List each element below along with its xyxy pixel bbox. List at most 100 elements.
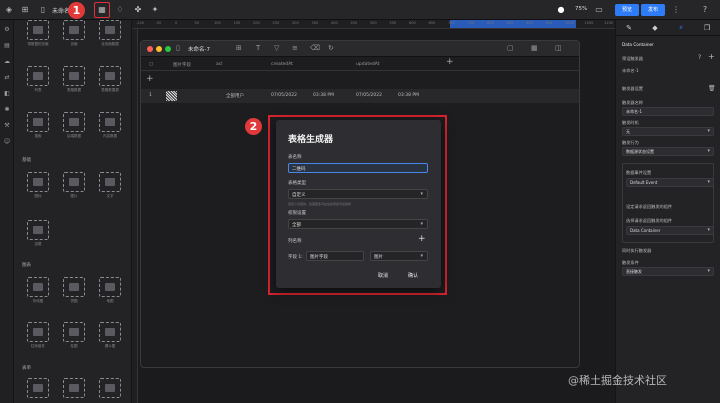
confirm-button[interactable]: 确认 [408,272,418,279]
ruler-tick: 900 [526,21,533,25]
component-tile[interactable]: 全页面数据 [96,20,124,50]
permission-select[interactable]: 全部 [288,219,428,229]
settings-icon[interactable]: ⚒ [3,122,11,130]
table-row[interactable]: 1 全部用户 07/05/2022 03:38 PM 07/05/2022 03… [141,89,579,103]
add-trigger-icon[interactable]: + [708,52,715,61]
grid-icon[interactable]: ⊞ [20,5,30,15]
sidebar-toggle-icon[interactable]: ▯ [38,5,48,15]
delete-icon[interactable]: ⌫ [310,44,320,52]
import-icon[interactable]: ▦ [531,44,538,52]
logo-icon[interactable]: ◈ [4,5,14,15]
column-header[interactable]: updatedAt [356,62,379,67]
api-icon[interactable]: ⇄ [3,74,11,82]
component-tile[interactable]: 带数据的页面 [24,20,52,50]
component-tile[interactable] [24,378,52,403]
publish-button[interactable]: 发布 [641,4,665,16]
device-icon[interactable]: ▭ [594,5,604,15]
component-tile[interactable]: 页面 [60,20,88,50]
add-row-icon[interactable]: + [146,74,154,84]
close-dot[interactable] [147,46,153,52]
row-number: 1 [149,93,152,98]
add-column-icon[interactable]: + [446,57,454,67]
cloud-icon[interactable]: ☁ [3,58,11,66]
ruler-tick: 800 [487,21,494,25]
event-select[interactable]: Default Event [626,178,714,187]
cancel-button[interactable]: 取消 [378,272,388,279]
table-name-input[interactable]: 二维码 [288,163,428,173]
lightning-icon[interactable]: ⚡ [668,23,694,33]
refresh-icon[interactable]: ↻ [328,44,334,52]
component-tile[interactable]: 饼图 [60,277,88,307]
component-tile[interactable]: 后端数据 [60,112,88,142]
component-tile[interactable]: 搜索 [24,112,52,142]
cube-icon[interactable]: ❒ [694,23,720,33]
delete-icon[interactable]: 🗑 [708,85,716,92]
trigger-group: 预设触发器 [622,56,643,61]
components-icon[interactable]: ⚙ [3,26,11,34]
zoom-level[interactable]: 75% [575,6,587,12]
list-icon[interactable]: ≡ [292,44,298,52]
paint-icon[interactable]: ♢ [115,5,125,15]
component-tile[interactable]: 列表 [24,66,52,96]
diamond-icon[interactable]: ◆ [642,23,668,33]
add-field-icon[interactable]: + [418,234,426,244]
sidebar-icon[interactable]: ▯ [176,44,180,52]
table-icon[interactable]: ⊞ [236,44,242,52]
component-tile[interactable]: 表格数据源 [96,66,124,96]
component-tile[interactable]: 折线图 [24,277,52,307]
minimize-dot[interactable] [156,46,162,52]
help-icon[interactable]: ? [700,5,710,15]
component-tile[interactable]: 图标 [24,172,52,202]
shapes-icon[interactable]: ✤ [133,5,143,15]
export-icon[interactable]: ▢ [507,44,514,52]
table-header: ▢ 图片字段 acl createdAt updatedAt + [141,57,579,71]
component-tile[interactable]: 加载 [24,220,52,250]
maximize-dot[interactable] [165,46,171,52]
column-header[interactable]: createdAt [271,62,293,67]
table-generator-icon[interactable]: ▦ [97,5,107,15]
checkbox-icon[interactable]: ▢ [149,62,153,67]
column-header[interactable]: 图片字段 [173,62,191,68]
help-icon[interactable]: ? [698,54,701,61]
trigger-name[interactable]: 未命名-1 [622,68,639,74]
component-tile[interactable]: 柱状组件 [24,322,52,352]
container-select[interactable]: Data Container [626,226,714,235]
parallel-trigger-label: 同时执行触发器 [622,248,652,253]
text-icon[interactable]: T [256,44,260,52]
component-tile[interactable]: 图片 [60,172,88,202]
cell-updated-time: 03:38 PM [398,93,419,98]
component-tile[interactable]: 表格数据 [60,66,88,96]
data-icon[interactable]: ▤ [3,42,11,50]
table-type-select[interactable]: 自定义 [288,189,428,199]
brush-icon[interactable]: ✎ [616,23,642,33]
condition-select[interactable]: 直接触发 [622,267,714,276]
ruler-tick: -100 [136,21,144,25]
horizontal-ruler: -100 -50 0 50 100 150 200 250 300 350 400 450 500 550… [132,20,615,29]
preview-button[interactable]: 预览 [615,4,639,16]
component-tile[interactable]: 地图 [96,277,124,307]
more-icon[interactable]: ⋮ [671,5,681,15]
component-tile[interactable] [60,378,88,403]
column-header[interactable]: acl [216,62,222,67]
user-icon[interactable]: ☺ [3,138,11,146]
filter-icon[interactable]: ▽ [274,44,279,52]
magic-icon[interactable]: ✦ [150,5,160,15]
layers-icon[interactable]: ◧ [3,90,11,98]
component-tile[interactable] [96,378,124,403]
component-tile[interactable]: 柱图 [60,322,88,352]
type-hint: 自定义表结构，如需更多可在后续添加字段编辑 [288,202,352,206]
trigger-action-select[interactable]: 数据源状态设置 [622,147,714,156]
component-tile[interactable]: 文字 [96,172,124,202]
table-generator-dialog: 表格生成器 表名称 二维码 表格类型 自定义 自定义表结构，如需更多可在后续添加… [276,120,441,288]
component-tile[interactable]: 内容数据 [96,112,124,142]
plugin-icon[interactable]: ✱ [3,106,11,114]
field-type-select[interactable]: 图片 [370,251,428,261]
component-panel: 带数据的页面 页面 全页面数据 列表 表格数据 表格数据源 搜索 后端数据 内容… [14,20,132,403]
trigger-time-select[interactable]: 无 [622,127,714,136]
field-name-input[interactable]: 图片字段 [306,251,364,261]
user-avatar-icon[interactable]: ● [556,5,566,15]
component-tile[interactable]: 漏斗图 [96,322,124,352]
layout-icon[interactable]: ◫ [555,44,562,52]
trigger-name-input[interactable]: 未命名-1 [622,107,714,116]
section-form: 表单 [22,366,31,371]
